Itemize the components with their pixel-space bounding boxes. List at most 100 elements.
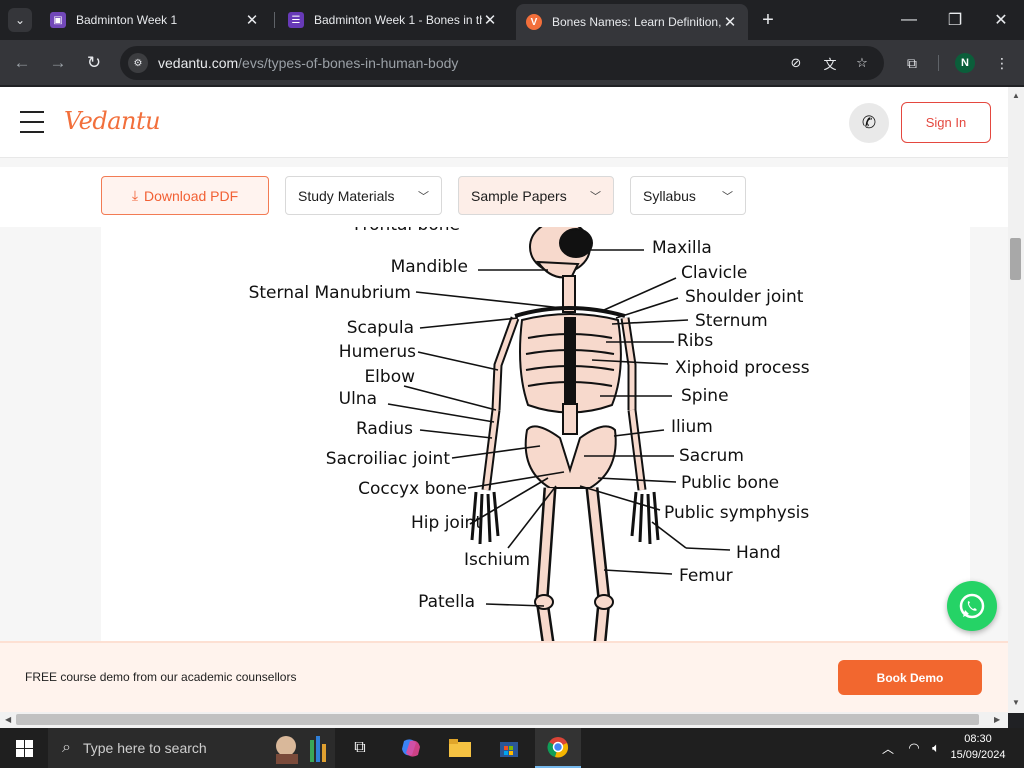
- file-explorer-icon[interactable]: [446, 728, 474, 768]
- volume-muted-icon[interactable]: 🔈︎: [926, 728, 946, 768]
- forward-button[interactable]: →: [44, 49, 72, 77]
- close-icon[interactable]: ✕: [722, 13, 738, 31]
- forms-icon: ☰: [288, 12, 304, 28]
- scroll-left-arrow-icon[interactable]: ◀: [5, 715, 11, 724]
- scroll-right-arrow-icon[interactable]: ▶: [994, 715, 1000, 724]
- bookmark-star-icon[interactable]: ☆: [852, 54, 872, 72]
- vedantu-logo[interactable]: Vedantu: [64, 107, 161, 135]
- study-materials-label: Study Materials: [298, 187, 395, 204]
- book-demo-button[interactable]: Book Demo: [838, 660, 982, 695]
- sample-papers-label: Sample Papers: [471, 187, 567, 204]
- new-tab-button[interactable]: +: [756, 8, 780, 32]
- tab-title: Bones Names: Learn Definition,: [552, 15, 722, 29]
- classroom-icon: ▣: [50, 12, 66, 28]
- syllabus-dropdown[interactable]: Syllabus ﹀: [630, 176, 746, 215]
- label-hand: Hand: [736, 543, 781, 563]
- close-window-button[interactable]: ✕: [978, 0, 1024, 40]
- profile-avatar[interactable]: N: [955, 53, 975, 73]
- windows-taskbar: ⌕ Type here to search ⧉ ︿ ◠ 🔈︎ 08:30 15/…: [0, 728, 1024, 768]
- close-icon[interactable]: ✕: [244, 11, 260, 29]
- label-clavicle: Clavicle: [681, 263, 747, 283]
- label-sternal-manubrium: Sternal Manubrium: [249, 283, 411, 303]
- label-scapula: Scapula: [347, 318, 414, 338]
- chevron-down-icon: ﹀: [722, 190, 733, 203]
- download-pdf-label: Download PDF: [144, 187, 239, 204]
- clock-date: 15/09/2024: [950, 749, 1006, 761]
- start-windows-icon[interactable]: [0, 728, 48, 768]
- close-icon[interactable]: ✕: [482, 11, 498, 29]
- url-text[interactable]: vedantu.com/evs/types-of-bones-in-human-…: [158, 55, 458, 71]
- site-info-icon[interactable]: ⚙: [128, 53, 148, 73]
- study-materials-dropdown[interactable]: Study Materials ﹀: [285, 176, 442, 215]
- sign-in-button[interactable]: Sign In: [901, 102, 991, 143]
- search-icon: ⌕: [62, 739, 71, 756]
- scroll-down-arrow-icon[interactable]: ▼: [1012, 698, 1020, 707]
- hamburger-menu-icon[interactable]: [20, 111, 44, 133]
- back-button[interactable]: ←: [8, 49, 36, 77]
- whatsapp-icon[interactable]: [947, 581, 997, 631]
- vertical-scroll-thumb[interactable]: [1010, 238, 1021, 280]
- task-view-icon[interactable]: ⧉: [346, 728, 374, 768]
- tracking-protection-icon[interactable]: ⊘: [786, 54, 806, 72]
- download-pdf-button[interactable]: ⤓ Download PDF: [101, 176, 269, 215]
- translate-icon[interactable]: 文: [820, 54, 840, 72]
- microsoft-store-icon[interactable]: [495, 728, 523, 768]
- toolbar-divider: [938, 55, 939, 71]
- restore-button[interactable]: ❐: [932, 0, 978, 40]
- download-icon: ⤓: [131, 187, 139, 203]
- tab-badminton-week-1[interactable]: ▣ Badminton Week 1 ✕: [40, 4, 270, 36]
- copilot-icon[interactable]: [396, 728, 426, 768]
- label-sacroiliac-joint: Sacroiliac joint: [326, 449, 451, 469]
- reload-button[interactable]: ↻: [80, 49, 108, 77]
- horizontal-scroll-thumb[interactable]: [16, 714, 979, 725]
- label-shoulder-joint: Shoulder joint: [685, 287, 804, 307]
- menu-kebab-icon[interactable]: ⋮: [990, 51, 1014, 75]
- page-viewport: Vedantu ✆ Sign In Mandible Sternal Manub…: [0, 87, 1008, 713]
- label-coccyx-bone: Coccyx bone: [358, 479, 467, 499]
- address-bar[interactable]: ⚙ vedantu.com/evs/types-of-bones-in-huma…: [120, 46, 884, 80]
- network-icon[interactable]: ◠: [904, 728, 924, 768]
- site-header: Vedantu ✆ Sign In: [0, 87, 1008, 158]
- vertical-scrollbar[interactable]: [1008, 87, 1024, 713]
- filter-bar: ⤓ Download PDF Study Materials ﹀ Sample …: [0, 167, 1008, 227]
- label-mandible: Mandible: [391, 257, 468, 277]
- label-maxilla: Maxilla: [652, 238, 712, 258]
- browser-toolbar: ← → ↻ ⚙ vedantu.com/evs/types-of-bones-i…: [0, 40, 1024, 86]
- tab-title: Badminton Week 1 - Bones in th: [314, 13, 482, 27]
- label-radius: Radius: [356, 419, 413, 439]
- syllabus-label: Syllabus: [643, 187, 696, 204]
- tab-bones-names[interactable]: V Bones Names: Learn Definition, ✕: [516, 4, 748, 40]
- phone-icon[interactable]: ✆: [849, 103, 889, 143]
- label-spine: Spine: [681, 386, 729, 406]
- label-elbow: Elbow: [364, 367, 415, 387]
- label-sacrum: Sacrum: [679, 446, 744, 466]
- chrome-taskbar-icon[interactable]: [535, 728, 581, 768]
- tab-search-button[interactable]: ⌄: [8, 8, 32, 32]
- label-sternum: Sternum: [695, 311, 768, 331]
- vedantu-favicon-icon: V: [526, 14, 542, 30]
- tab-title: Badminton Week 1: [76, 13, 178, 27]
- minimize-button[interactable]: —: [886, 0, 932, 40]
- search-placeholder: Type here to search: [82, 740, 207, 756]
- label-ribs: Ribs: [677, 331, 713, 351]
- scroll-up-arrow-icon[interactable]: ▲: [1012, 91, 1020, 100]
- taskbar-clock[interactable]: 08:30 15/09/2024: [948, 731, 1008, 763]
- label-femur: Femur: [679, 566, 733, 586]
- label-public-symphysis: Public symphysis: [664, 503, 809, 523]
- tab-bones-form[interactable]: ☰ Badminton Week 1 - Bones in th ✕: [278, 4, 508, 36]
- label-ilium: Ilium: [671, 417, 713, 437]
- extensions-icon[interactable]: ⧉: [900, 51, 924, 75]
- tab-strip: ⌄ ▣ Badminton Week 1 ✕ ☰ Badminton Week …: [0, 0, 1024, 40]
- tab-separator: [274, 12, 275, 28]
- search-highlight-icon: [270, 732, 330, 764]
- cta-text: FREE course demo from our academic couns…: [25, 670, 297, 684]
- label-frontal-bone: Frontal bone: [354, 227, 460, 235]
- chevron-up-icon[interactable]: ︿: [878, 728, 898, 768]
- label-patella: Patella: [418, 592, 475, 612]
- label-humerus: Humerus: [339, 342, 416, 362]
- sample-papers-dropdown[interactable]: Sample Papers ﹀: [458, 176, 614, 215]
- label-hip-joint: Hip joint: [411, 513, 482, 533]
- label-public-bone: Public bone: [681, 473, 779, 493]
- cta-banner: FREE course demo from our academic couns…: [0, 641, 1008, 713]
- taskbar-search-box[interactable]: ⌕ Type here to search: [48, 728, 335, 768]
